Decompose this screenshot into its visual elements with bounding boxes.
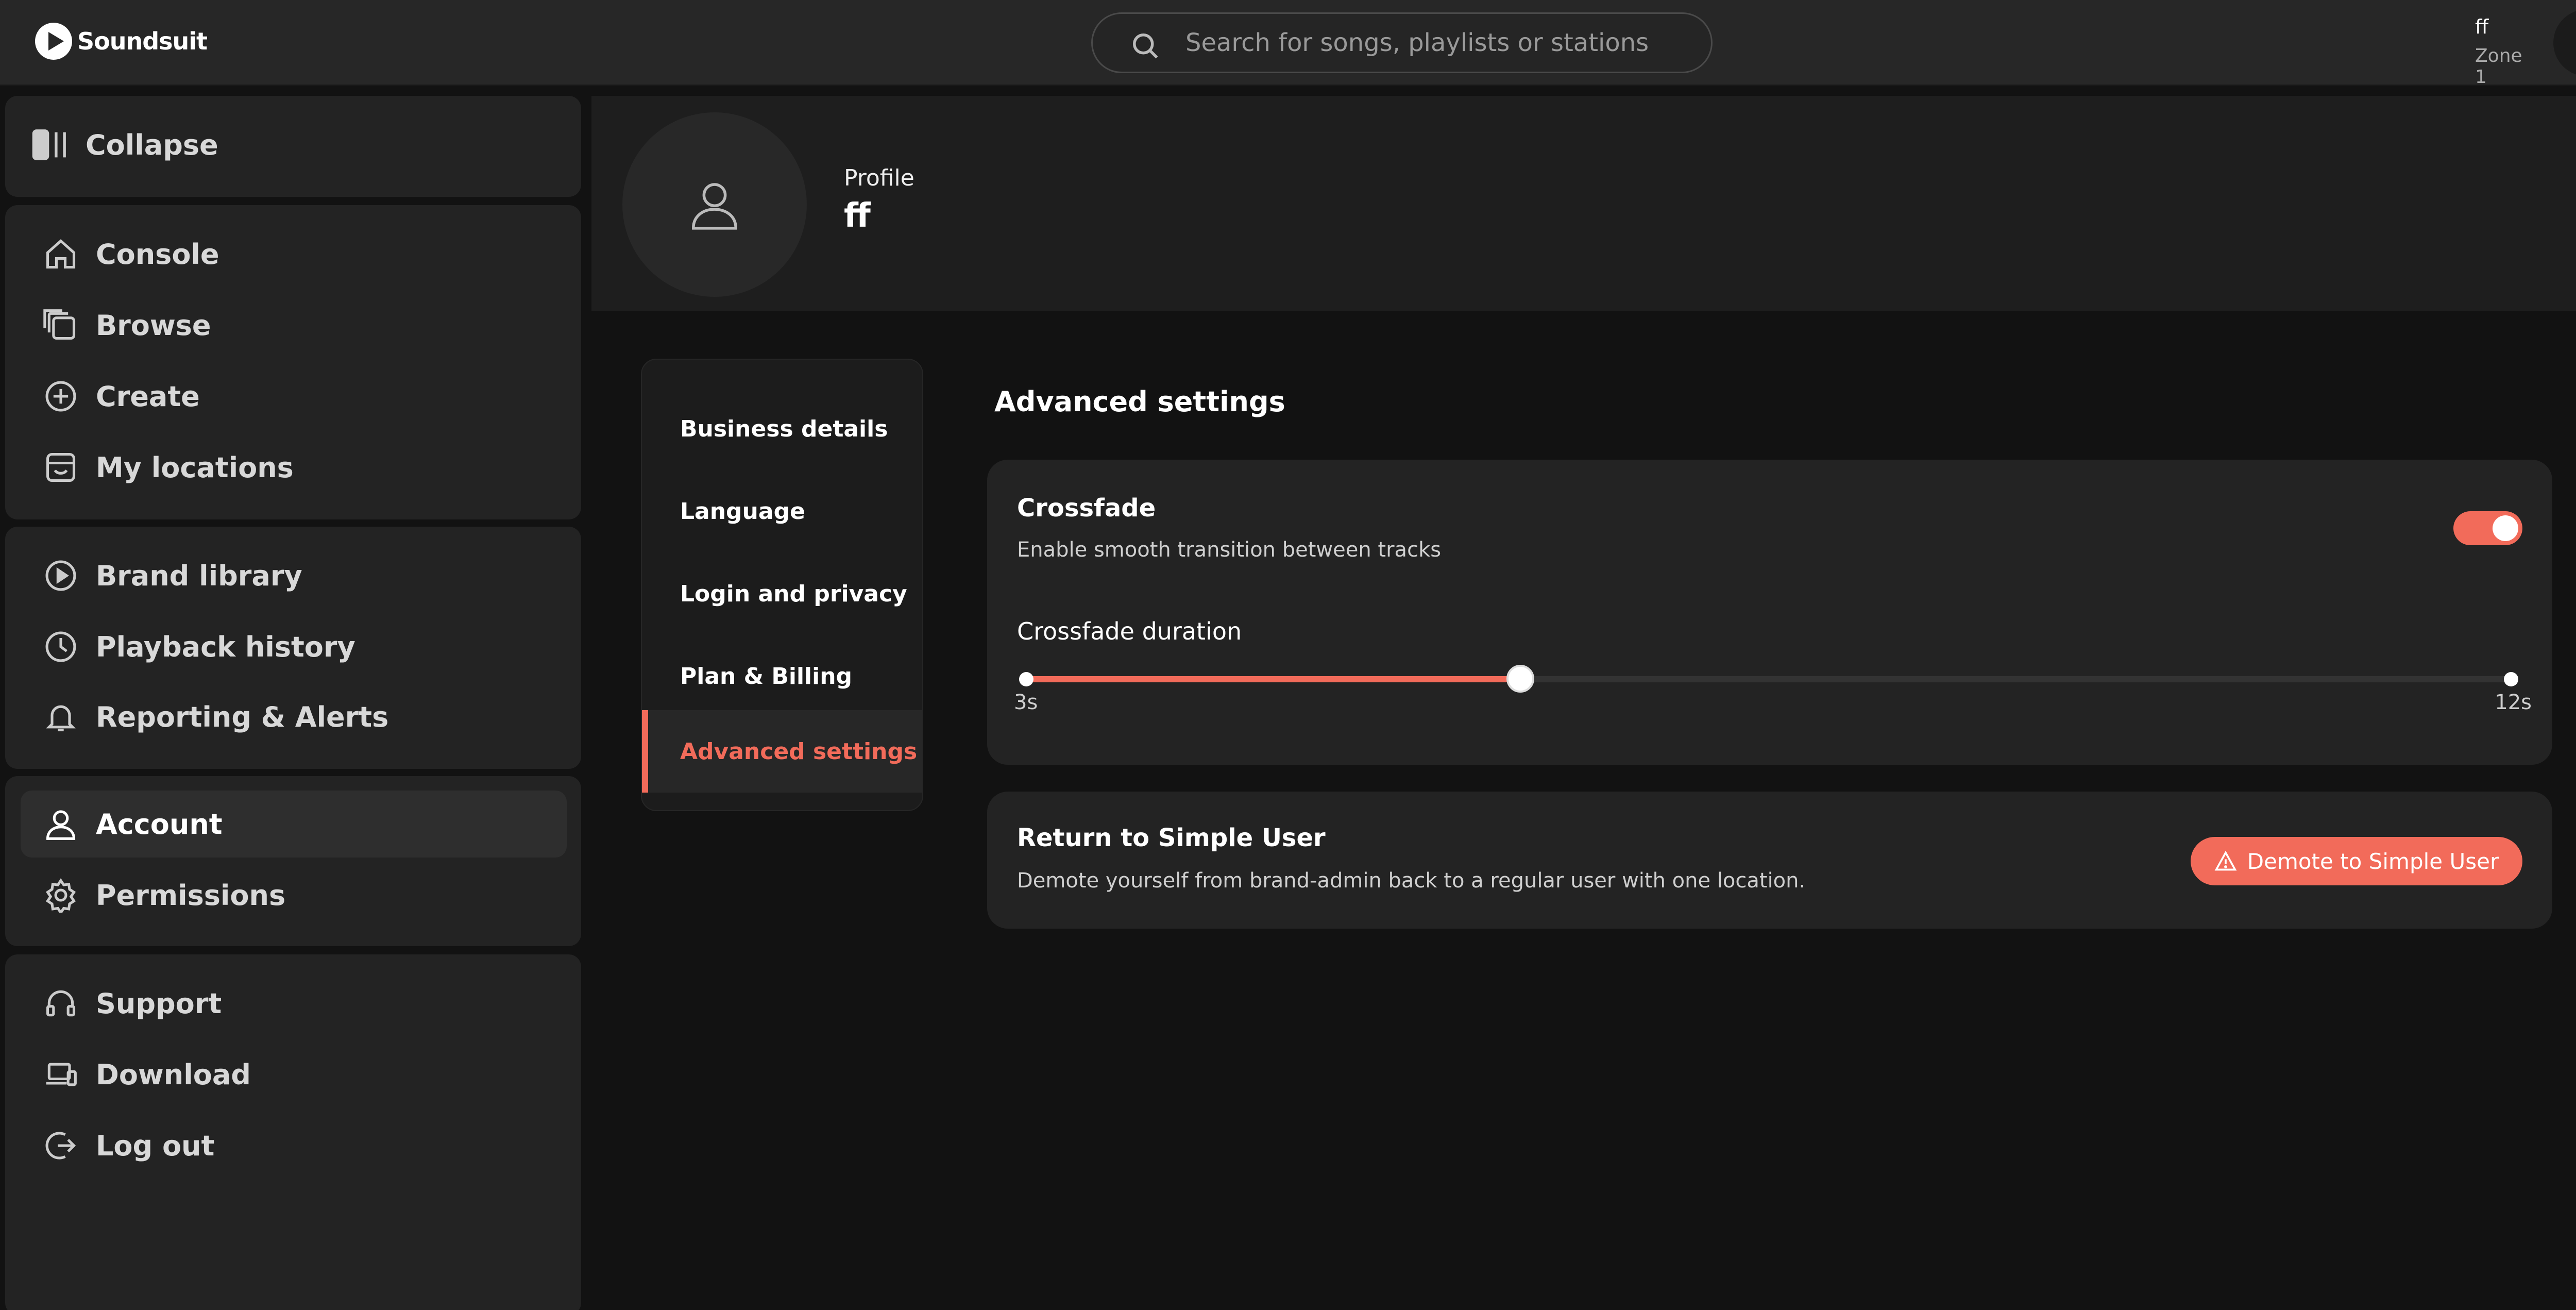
sidebar-item-label: Create xyxy=(96,380,200,413)
profile-label: Profile xyxy=(844,165,914,191)
sidebar-group-collapse: Collapse xyxy=(5,96,581,197)
menu-item-plan-billing[interactable]: Plan & Billing xyxy=(642,635,922,717)
sidebar-item-create[interactable]: Create xyxy=(21,363,567,430)
sidebar-item-label: Log out xyxy=(96,1129,215,1162)
slider-max-dot xyxy=(2504,672,2518,686)
sidebar-item-support[interactable]: Support xyxy=(21,970,567,1037)
devices-icon xyxy=(40,1054,81,1095)
sidebar-item-label: Account xyxy=(96,808,223,841)
sidebar-group-account: Account Permissions xyxy=(5,776,581,946)
profile-avatar[interactable] xyxy=(622,112,807,297)
simple-user-title: Return to Simple User xyxy=(1017,824,1326,852)
profile-name: ff xyxy=(844,197,871,235)
slider-thumb[interactable] xyxy=(1506,665,1535,693)
avatar[interactable] xyxy=(2553,9,2576,76)
menu-item-advanced-settings[interactable]: Advanced settings xyxy=(642,710,922,793)
user-icon xyxy=(2572,28,2576,57)
profile-header: Profile ff xyxy=(591,96,2576,311)
slider-min-dot xyxy=(1019,672,1033,686)
sidebar-item-label: Browse xyxy=(96,309,211,342)
user-icon xyxy=(40,803,81,845)
crossfade-description: Enable smooth transition between tracks xyxy=(1017,538,1442,562)
collapse-button[interactable]: Collapse xyxy=(10,111,556,178)
sidebar-item-label: Support xyxy=(96,987,222,1020)
user-zone: Zone 1 xyxy=(2475,45,2522,88)
sidebar-item-browse[interactable]: Browse xyxy=(21,292,567,359)
current-user: ff Zone 1 xyxy=(2475,15,2537,88)
crossfade-card: Crossfade Enable smooth transition betwe… xyxy=(987,460,2552,765)
crossfade-duration-slider[interactable] xyxy=(1019,665,2518,693)
clock-icon xyxy=(40,626,81,667)
top-bar: Soundsuit ff Zone 1 xyxy=(0,0,2576,88)
section-title: Advanced settings xyxy=(994,385,1285,418)
sidebar-item-label: Console xyxy=(96,238,219,271)
sidebar-item-label: Download xyxy=(96,1058,251,1091)
store-icon xyxy=(40,447,81,488)
sidebar-group-support: Support Download Log out xyxy=(5,954,581,1310)
sidebar-item-label: Permissions xyxy=(96,879,286,912)
sidebar-item-brand-library[interactable]: Brand library xyxy=(21,542,567,609)
sidebar-item-reporting-alerts[interactable]: Reporting & Alerts xyxy=(21,683,567,750)
simple-user-card: Return to Simple User Demote yourself fr… xyxy=(987,792,2552,929)
sidebar-item-log-out[interactable]: Log out xyxy=(21,1112,567,1179)
menu-item-business-details[interactable]: Business details xyxy=(642,388,922,470)
user-name: ff xyxy=(2475,15,2489,38)
user-icon xyxy=(691,183,738,230)
gear-icon xyxy=(40,875,81,916)
collapse-label: Collapse xyxy=(86,128,218,161)
app-root: Soundsuit ff Zone 1 Collapse xyxy=(0,0,2576,1310)
sidebar-item-label: My locations xyxy=(96,451,294,484)
sidebar-item-label: Playback history xyxy=(96,630,355,663)
sidebar-item-console[interactable]: Console xyxy=(21,221,567,288)
menu-item-language[interactable]: Language xyxy=(642,470,922,552)
sidebar: Collapse Console Browse Create My locati… xyxy=(0,86,587,1310)
bell-icon xyxy=(40,696,81,737)
slider-min-label: 3s xyxy=(1014,691,1038,714)
sidebar-group-library: Brand library Playback history Reporting… xyxy=(5,527,581,769)
slider-max-label: 12s xyxy=(2495,691,2532,714)
toggle-knob xyxy=(2493,515,2518,541)
crossfade-title: Crossfade xyxy=(1017,494,1156,523)
menu-item-login-and-privacy[interactable]: Login and privacy xyxy=(642,552,922,635)
play-circle-icon xyxy=(40,555,81,596)
simple-user-description: Demote yourself from brand-admin back to… xyxy=(1017,869,1806,893)
browse-icon xyxy=(40,305,81,346)
logo-icon xyxy=(35,23,72,60)
slider-fill xyxy=(1024,676,1521,682)
sidebar-item-label: Reporting & Alerts xyxy=(96,700,389,733)
demote-button[interactable]: Demote to Simple User xyxy=(2191,837,2522,885)
sidebar-item-download[interactable]: Download xyxy=(21,1041,567,1108)
sidebar-group-main: Console Browse Create My locations xyxy=(5,205,581,519)
collapse-icon xyxy=(30,124,71,165)
headset-icon xyxy=(40,983,81,1024)
logout-icon xyxy=(40,1125,81,1166)
sidebar-item-my-locations[interactable]: My locations xyxy=(21,434,567,501)
brand-logo[interactable]: Soundsuit xyxy=(35,23,208,60)
search-icon xyxy=(1133,33,1158,59)
crossfade-duration-label: Crossfade duration xyxy=(1017,617,1242,645)
search-input[interactable] xyxy=(1185,28,1690,57)
search-bar[interactable] xyxy=(1091,12,1713,73)
home-icon xyxy=(40,233,81,275)
crossfade-toggle[interactable] xyxy=(2453,511,2522,545)
settings-menu: Business details Language Login and priv… xyxy=(641,359,923,811)
warning-icon xyxy=(2214,850,2237,871)
demote-button-label: Demote to Simple User xyxy=(2247,848,2499,874)
brand-name: Soundsuit xyxy=(77,27,208,55)
sidebar-item-playback-history[interactable]: Playback history xyxy=(21,613,567,680)
plus-circle-icon xyxy=(40,376,81,417)
sidebar-item-label: Brand library xyxy=(96,559,302,592)
sidebar-item-account[interactable]: Account xyxy=(21,791,567,858)
sidebar-item-permissions[interactable]: Permissions xyxy=(21,862,567,929)
